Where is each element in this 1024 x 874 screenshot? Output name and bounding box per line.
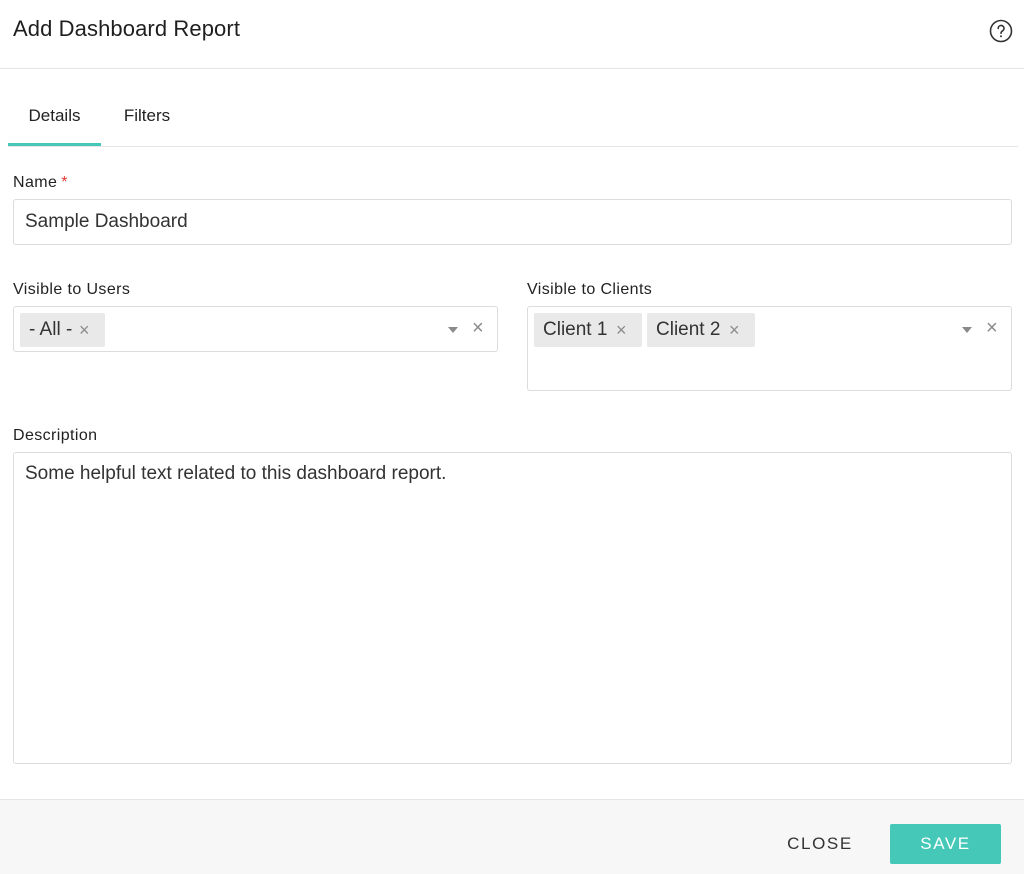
tag-label: Client 1 [543, 319, 608, 340]
required-indicator: * [61, 174, 68, 191]
dropdown-caret-icon[interactable] [448, 327, 458, 333]
tag-remove-icon[interactable]: × [729, 313, 740, 347]
save-button[interactable]: SAVE [890, 824, 1001, 864]
visible-to-clients-select[interactable]: Client 1 × Client 2 × × [527, 306, 1012, 391]
tag-client-1: Client 1 × [534, 313, 642, 347]
visible-to-users-select[interactable]: - All - × × [13, 306, 498, 352]
clear-selection-icon[interactable]: × [986, 318, 998, 338]
tag-label: - All - [29, 319, 73, 340]
add-dashboard-report-dialog: Add Dashboard Report Details Filters Nam… [0, 0, 1024, 874]
tab-details[interactable]: Details [8, 90, 101, 146]
dialog-header: Add Dashboard Report [0, 0, 1024, 69]
tag-remove-icon[interactable]: × [79, 313, 90, 347]
visible-to-users-label: Visible to Users [13, 281, 131, 298]
close-button[interactable]: CLOSE [772, 824, 868, 864]
name-input[interactable]: Sample Dashboard [13, 199, 1012, 245]
name-label-text: Name [13, 174, 58, 191]
clear-selection-icon[interactable]: × [472, 318, 484, 338]
visible-to-clients-label: Visible to Clients [527, 281, 653, 298]
description-textarea[interactable]: Some helpful text related to this dashbo… [13, 452, 1012, 764]
tag-all-users: - All - × [20, 313, 105, 347]
dialog-title: Add Dashboard Report [13, 16, 241, 41]
description-label: Description [13, 427, 98, 444]
name-label: Name * [13, 174, 68, 192]
dialog-footer: CLOSE SAVE [0, 799, 1024, 874]
tag-label: Client 2 [656, 319, 721, 340]
tag-client-2: Client 2 × [647, 313, 755, 347]
dropdown-caret-icon[interactable] [962, 327, 972, 333]
help-icon[interactable] [989, 19, 1013, 43]
description-value: Some helpful text related to this dashbo… [25, 463, 447, 484]
name-input-value: Sample Dashboard [25, 211, 188, 232]
tab-filters[interactable]: Filters [114, 90, 180, 146]
tag-remove-icon[interactable]: × [616, 313, 627, 347]
tab-bar: Details Filters [8, 90, 1018, 147]
